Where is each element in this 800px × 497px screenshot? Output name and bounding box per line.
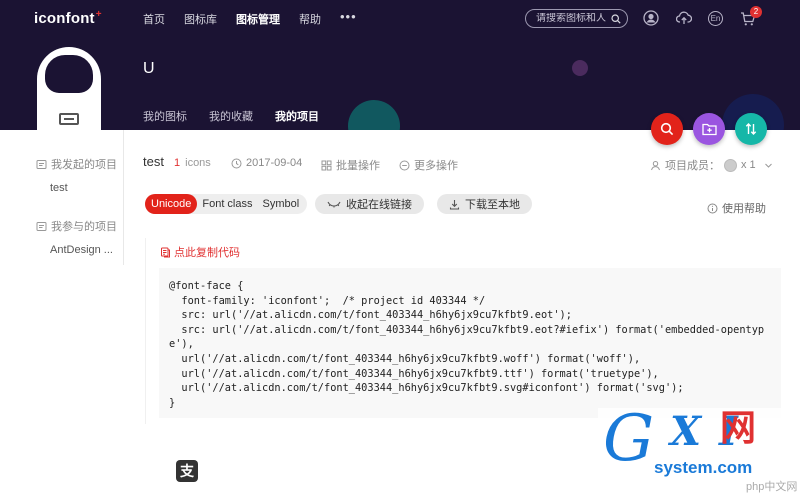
clock-icon [231,158,242,168]
copy-code-button[interactable]: 点此复制代码 [160,244,240,260]
logo-text: iconfont [34,10,95,27]
folder-icon [36,221,47,231]
project-members[interactable]: 项目成员： x 1 [650,157,773,173]
decorative-blob [348,100,400,130]
member-avatar [724,158,737,172]
batch-action-label: 批量操作 [336,160,380,172]
chevron-down-icon[interactable] [764,161,773,170]
tab-my-projects[interactable]: 我的项目 [275,108,319,130]
avatar-visor [45,55,93,93]
watermark-logo-g: G [603,402,655,476]
user-icon[interactable] [643,10,659,26]
copy-icon [161,247,170,257]
avatar[interactable] [37,47,101,130]
decorative-blob [572,60,588,76]
download-local-button[interactable]: 下载至本地 [437,194,532,214]
top-nav: 首页 图标库 图标管理 帮助 ••• [143,10,357,27]
members-label: 项目成员： [665,160,720,172]
project-icon-count: 1 icons [174,157,211,169]
members-icon [651,160,660,170]
sort-icon [745,123,757,135]
folder-icon [36,159,47,169]
usage-help-link[interactable]: 使用帮助 [707,200,766,216]
upload-icon[interactable] [676,10,692,26]
page-header: iconfont+ 首页 图标库 图标管理 帮助 ••• En 2 U 我的图标… [0,0,800,130]
profile-tabs: 我的图标 我的收藏 我的项目 [143,108,341,130]
sidebar-section-label: 我参与的项目 [51,221,117,233]
search-input[interactable] [536,13,608,24]
download-icon [449,199,460,210]
format-tab-unicode[interactable]: Unicode [145,194,198,214]
search-icons-button[interactable] [651,113,683,145]
nav-home[interactable]: 首页 [143,11,165,27]
nav-icon-manage[interactable]: 图标管理 [236,11,280,27]
sidebar-section-joined-projects: 我参与的项目 [36,218,117,234]
watermark-php: php中文网 [746,481,798,493]
copy-code-label: 点此复制代码 [174,247,240,259]
sidebar-section-my-projects: 我发起的项目 [36,156,117,172]
batch-action-button[interactable]: 批量操作 [321,157,380,173]
avatar-chest-panel [59,113,79,125]
link-icon [327,201,341,208]
format-tab-font-class[interactable]: Font class [197,194,257,214]
add-folder-button[interactable] [693,113,725,145]
help-icon [707,203,718,213]
sort-button[interactable] [735,113,767,145]
alipay-icon[interactable]: 支 [176,460,198,482]
cart-count-badge: 2 [750,6,762,18]
sidebar-section-label: 我发起的项目 [51,159,117,171]
grid-icon [321,160,332,171]
font-face-code-block[interactable]: @font-face { font-family: 'iconfont'; /*… [159,268,781,418]
icon-count-unit: icons [185,157,211,169]
tab-my-icons[interactable]: 我的图标 [143,108,187,130]
nav-icon-library[interactable]: 图标库 [184,11,217,27]
icon-count-number: 1 [174,157,181,169]
logo[interactable]: iconfont+ [34,9,102,27]
search-icon [660,122,674,136]
collapse-online-link-button[interactable]: 收起在线链接 [315,194,424,214]
user-name: U [143,60,155,77]
minus-circle-icon [399,160,410,170]
format-switcher: Unicode Font class Symbol [145,194,308,214]
watermark-site: system.com [654,458,753,477]
watermark-logo-cn: 网 [720,407,757,448]
search-box[interactable] [525,9,628,28]
tab-my-favorites[interactable]: 我的收藏 [209,108,253,130]
nav-help[interactable]: 帮助 [299,11,321,27]
more-action-label: 更多操作 [414,160,458,172]
project-sidebar: 我发起的项目 test 我参与的项目 AntDesign ... [0,130,124,265]
logo-mark: + [95,9,102,20]
language-switch[interactable]: En [708,11,723,26]
sidebar-item-test[interactable]: test [50,182,68,194]
font-face-code: @font-face { font-family: 'iconfont'; /*… [169,280,765,409]
collapse-online-link-label: 收起在线链接 [346,199,412,211]
nav-more-button[interactable]: ••• [340,10,357,27]
more-action-button[interactable]: 更多操作 [399,157,458,173]
sidebar-item-antdesign[interactable]: AntDesign ... [50,244,113,256]
format-tab-symbol[interactable]: Symbol [258,194,308,214]
folder-add-icon [701,123,717,136]
usage-help-label: 使用帮助 [722,203,766,215]
members-count: x 1 [741,159,756,171]
project-date: 2017-09-04 [231,157,302,169]
project-date-text: 2017-09-04 [246,157,303,169]
download-local-label: 下载至本地 [465,199,520,211]
search-icon[interactable] [611,14,621,24]
project-title: test [143,154,164,169]
code-panel: 点此复制代码 @font-face { font-family: 'iconfo… [145,238,785,424]
